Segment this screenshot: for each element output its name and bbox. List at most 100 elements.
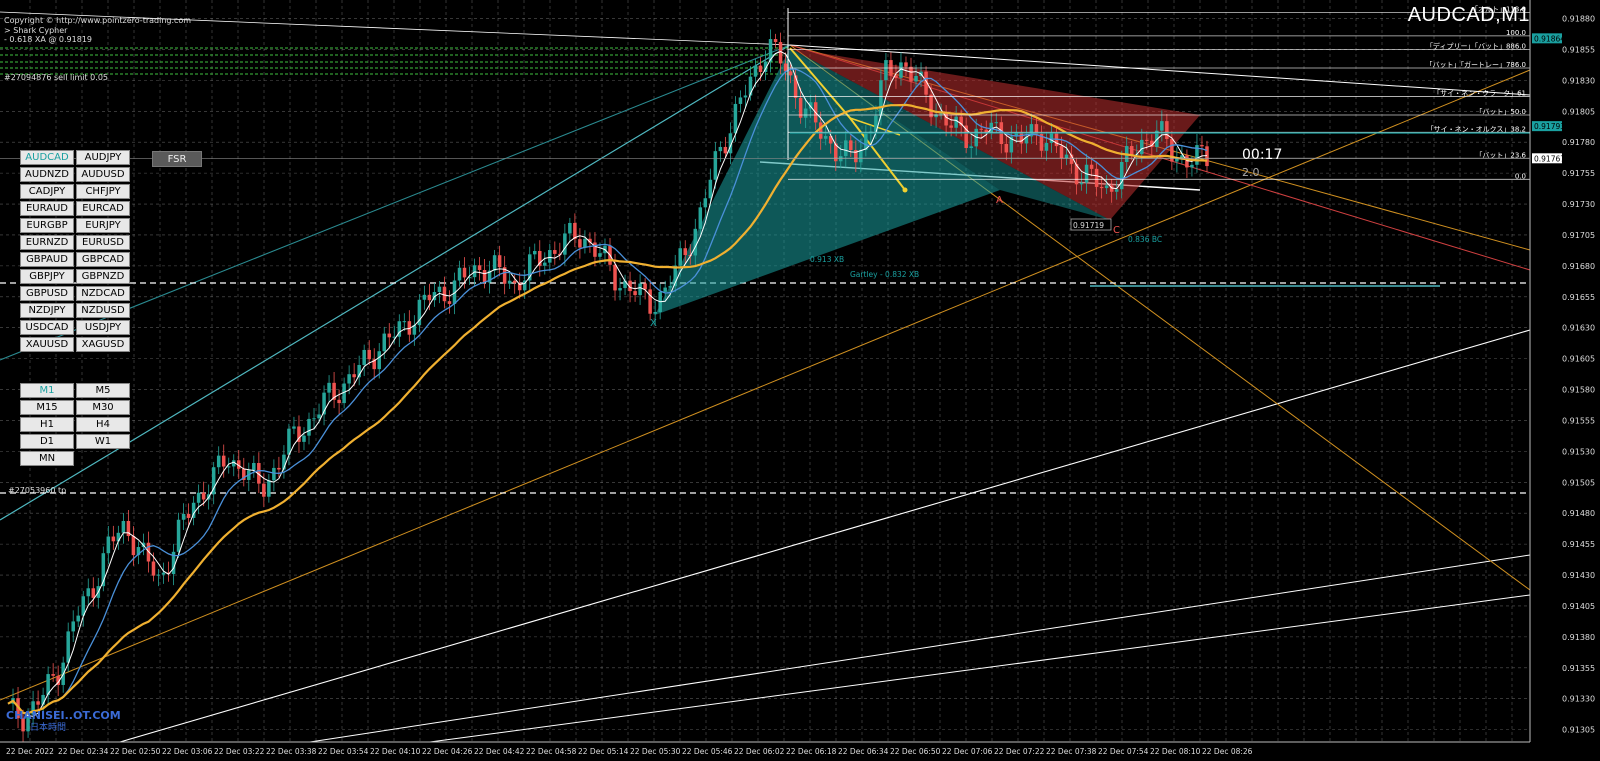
timeframe-button-w1[interactable]: W1 [76, 434, 130, 449]
symbol-button-eurusd[interactable]: EURUSD [76, 235, 130, 250]
price-tick-label: 0.91580 [1562, 386, 1595, 395]
timeframe-button-m5[interactable]: M5 [76, 383, 130, 398]
candle-body [262, 483, 266, 497]
symbol-button-gbpaud[interactable]: GBPAUD [20, 252, 74, 267]
candle-body [1190, 164, 1194, 168]
time-tick-label: 22 Dec 03:38 [266, 747, 317, 756]
time-tick-label: 22 Dec 07:06 [942, 747, 993, 756]
timeframe-button-m15[interactable]: M15 [20, 400, 74, 415]
candle-body [758, 65, 763, 72]
candle-body [382, 333, 387, 352]
candle-body [507, 280, 512, 284]
timeframe-button-m1[interactable]: M1 [20, 383, 74, 398]
symbol-button-audusd[interactable]: AUDUSD [76, 167, 130, 182]
candle-body [472, 265, 477, 278]
candle-body [949, 125, 953, 128]
timeframe-button-m30[interactable]: M30 [76, 400, 130, 415]
watermark-sub: 日本時間 [30, 723, 67, 733]
candle-body [76, 615, 80, 622]
order-tag: #27053960 tp [8, 486, 67, 495]
candle-body [1049, 132, 1054, 143]
candle-body [492, 255, 497, 271]
price-mark-label: 0.91767 [1534, 154, 1565, 163]
candle-body [267, 480, 271, 497]
symbol-button-usdcad[interactable]: USDCAD [20, 320, 74, 335]
candle-body [1129, 146, 1134, 155]
time-tick-label: 22 Dec 06:50 [890, 747, 941, 756]
candle-body [367, 349, 371, 360]
symbol-button-gbpnzd[interactable]: GBPNZD [76, 269, 130, 284]
symbol-button-cadjpy[interactable]: CADJPY [20, 184, 74, 199]
time-tick-label: 22 Dec 08:10 [1150, 747, 1201, 756]
price-tick-label: 0.91705 [1562, 231, 1595, 240]
price-mark-label: 0.91864 [1534, 34, 1565, 43]
symbol-button-eurjpy[interactable]: EURJPY [76, 218, 130, 233]
candle-body [653, 312, 657, 314]
candle-body [929, 94, 933, 118]
price-tick-label: 0.91855 [1562, 45, 1595, 54]
symbol-button-audnzd[interactable]: AUDNZD [20, 167, 74, 182]
candle-body [1119, 162, 1124, 190]
price-tick-label: 0.91805 [1562, 107, 1595, 116]
candle-body [568, 222, 572, 234]
price-tick-label: 0.91780 [1562, 138, 1595, 147]
symbol-button-xagusd[interactable]: XAGUSD [76, 337, 130, 352]
symbol-button-audcad[interactable]: AUDCAD [20, 150, 74, 165]
candle-body [788, 71, 793, 76]
symbol-button-nzdjpy[interactable]: NZDJPY [20, 303, 74, 318]
candle-body [553, 250, 557, 254]
candle-body [1079, 182, 1084, 185]
candle-body [803, 108, 808, 118]
candle-body [1064, 154, 1069, 159]
symbol-button-gbpcad[interactable]: GBPCAD [76, 252, 130, 267]
time-tick-label: 22 Dec 07:54 [1098, 747, 1149, 756]
symbol-button-xauusd[interactable]: XAUUSD [20, 337, 74, 352]
candle-body [904, 62, 908, 67]
candle-body [698, 207, 703, 229]
candle-body [818, 122, 823, 139]
price-tick-label: 0.91480 [1562, 509, 1595, 518]
fib-label: 100.0 [1506, 29, 1526, 37]
symbol-button-nzdcad[interactable]: NZDCAD [76, 286, 130, 301]
candle-body [563, 233, 567, 255]
candle-body [909, 66, 913, 82]
timeframe-button-d1[interactable]: D1 [20, 434, 74, 449]
symbol-button-eurnzd[interactable]: EURNZD [20, 235, 74, 250]
candle-body [86, 588, 91, 597]
info-line: #27094876 sell limit 0.05 [4, 72, 108, 82]
symbol-button-eurcad[interactable]: EURCAD [76, 201, 130, 216]
time-tick-label: 22 Dec 05:30 [630, 747, 681, 756]
symbol-button-gbpusd[interactable]: GBPUSD [20, 286, 74, 301]
timeframe-button-mn[interactable]: MN [20, 451, 74, 466]
candle-body [1104, 185, 1109, 189]
price-tick-label: 0.91830 [1562, 76, 1595, 85]
fsr-button[interactable]: FSR [152, 151, 202, 167]
symbol-button-chfjpy[interactable]: CHFJPY [76, 184, 130, 199]
candle-body [1205, 146, 1209, 167]
candle-body [462, 267, 467, 278]
candle-body [71, 621, 75, 632]
timeframe-button-h1[interactable]: H1 [20, 417, 74, 432]
price-tick-label: 0.91730 [1562, 200, 1595, 209]
symbol-button-usdjpy[interactable]: USDJPY [76, 320, 130, 335]
time-tick-label: 22 Dec 03:22 [214, 747, 265, 756]
fib-label: 0.0 [1515, 172, 1526, 180]
symbol-button-eurgbp[interactable]: EURGBP [20, 218, 74, 233]
candle-body [969, 146, 973, 149]
candle-body [1044, 142, 1049, 151]
price-tick-label: 0.91330 [1562, 695, 1595, 704]
candle-body [738, 97, 743, 104]
symbol-button-nzdusd[interactable]: NZDUSD [76, 303, 130, 318]
price-tick-label: 0.91455 [1562, 540, 1595, 549]
time-tick-label: 22 Dec 04:42 [474, 747, 525, 756]
price-chart[interactable]: X A C Gartley - 0.832 XB 0.913 XB 0.91719 0.83… [0, 0, 1600, 761]
candle-body [111, 536, 116, 542]
timeframe-button-h4[interactable]: H4 [76, 417, 130, 432]
candle-body [402, 321, 407, 323]
candle-body [422, 294, 427, 300]
symbol-button-euraud[interactable]: EURAUD [20, 201, 74, 216]
symbol-button-gbpjpy[interactable]: GBPJPY [20, 269, 74, 284]
symbol-button-audjpy[interactable]: AUDJPY [76, 150, 130, 165]
price-tick-label: 0.91655 [1562, 293, 1595, 302]
time-tick-label: 22 Dec 04:10 [370, 747, 421, 756]
